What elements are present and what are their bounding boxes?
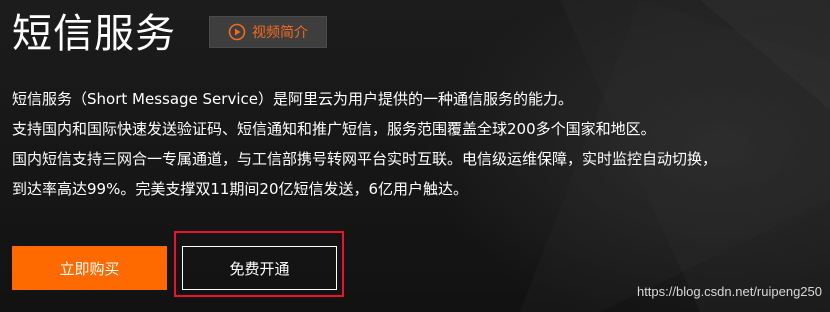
video-intro-label: 视频简介 [252, 25, 308, 41]
description-line: 支持国内和国际快速发送验证码、短信通知和推广短信，服务范围覆盖全球200多个国家… [12, 120, 656, 138]
video-intro-button[interactable]: 视频简介 [209, 16, 327, 48]
description-line: 到达率高达99%。完美支撑双11期间20亿短信发送，6亿用户触达。 [12, 180, 469, 198]
page-title: 短信服务 [12, 11, 176, 57]
play-circle-icon [228, 23, 246, 41]
service-description: 短信服务（Short Message Service）是阿里云为用户提供的一种通… [12, 84, 824, 204]
description-line: 短信服务（Short Message Service）是阿里云为用户提供的一种通… [12, 90, 573, 108]
free-activate-button[interactable]: 免费开通 [182, 246, 337, 290]
watermark: https://blog.csdn.net/ruipeng250 [636, 284, 822, 299]
hero-banner: 短信服务 视频简介 短信服务（Short Message Service）是阿里… [0, 0, 830, 312]
description-line: 国内短信支持三网合一专属通道，与工信部携号转网平台实时互联。电信级运维保障，实时… [12, 150, 718, 168]
buy-now-button[interactable]: 立即购买 [12, 246, 167, 290]
